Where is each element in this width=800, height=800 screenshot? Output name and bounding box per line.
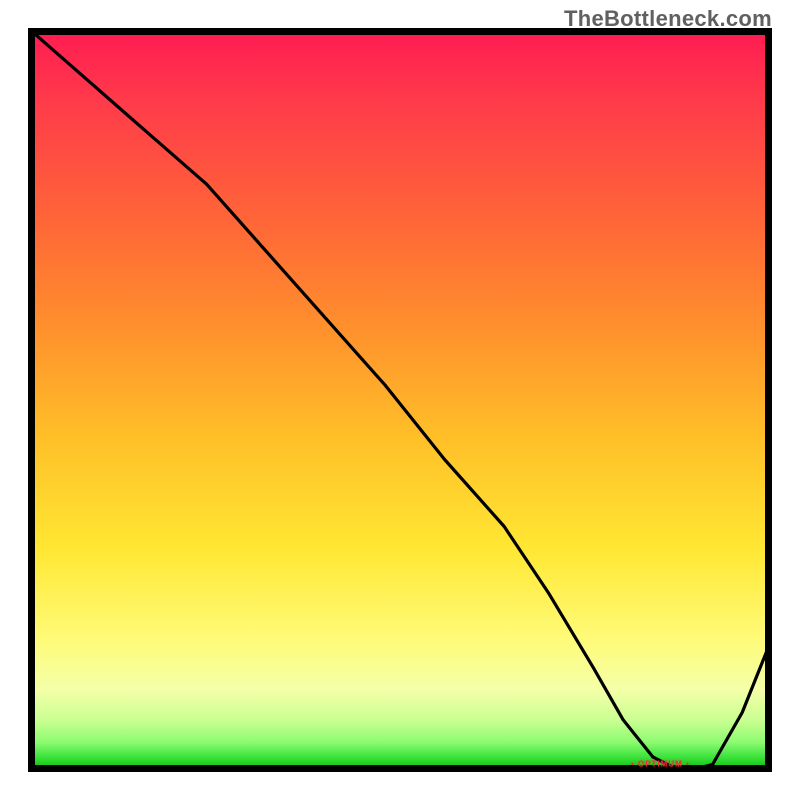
chart-container: TheBottleneck.com • OPTIMUM • <box>0 0 800 800</box>
bottleneck-curve-svg <box>28 28 772 772</box>
plot-area: • OPTIMUM • <box>28 28 772 772</box>
watermark-text: TheBottleneck.com <box>564 6 772 32</box>
bottleneck-curve <box>28 28 772 772</box>
optimum-marker: • OPTIMUM • <box>631 760 690 769</box>
